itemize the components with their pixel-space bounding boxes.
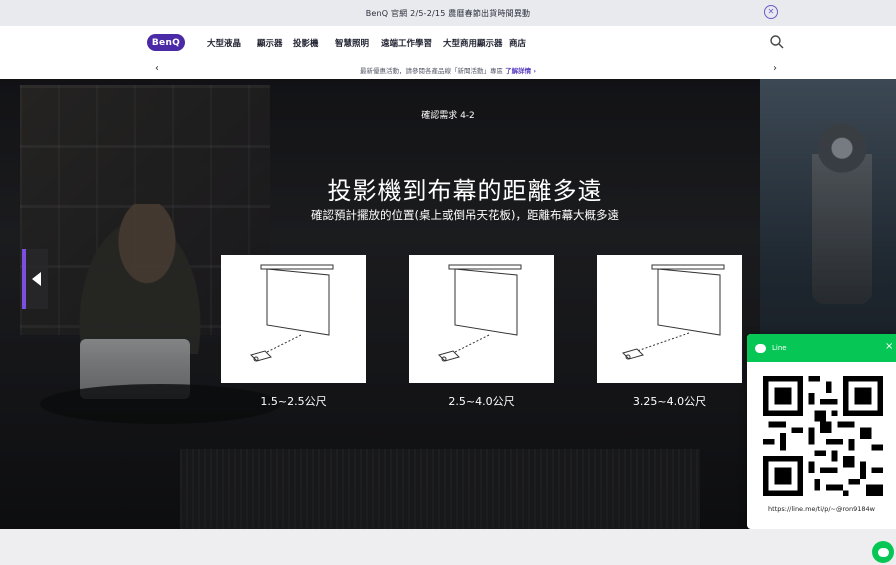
qr-code-icon[interactable] <box>763 376 883 496</box>
close-circle-icon[interactable]: ✕ <box>764 5 778 19</box>
distance-label: 3.25~4.0公尺 <box>632 395 707 408</box>
line-widget-title: Line <box>772 344 787 352</box>
promo-text: 最新優惠活動，請參閱各產品線「新聞活動」專區 了解詳情 › <box>0 65 896 75</box>
distance-option-card[interactable] <box>221 255 366 383</box>
distance-option-card[interactable] <box>409 255 554 383</box>
benq-logo[interactable]: BenQ <box>147 34 185 51</box>
main-nav: BenQ 大型液晶 顯示器 投影機 智慧照明 遠端工作學習 大型商用顯示器 商店 <box>0 26 896 60</box>
page: BenQ 官網 2/5-2/15 農曆春節出貨時間異動 ✕ BenQ 大型液晶 … <box>0 0 896 565</box>
nav-item-projector[interactable]: 投影機 <box>293 37 319 49</box>
projector-screen-illustration <box>438 264 522 362</box>
distance-option-card[interactable] <box>597 255 742 383</box>
nav-item-store[interactable]: 商店 <box>509 37 526 49</box>
hero-title: 投影機到布幕的距離多遠 <box>327 177 603 205</box>
distance-label: 2.5~4.0公尺 <box>448 395 515 408</box>
line-widget-header: Line × <box>747 334 896 362</box>
hero-subtitle: 確認預計擺放的位置(桌上或倒吊天花板)，距離布幕大概多遠 <box>311 208 619 222</box>
distance-label: 1.5~2.5公尺 <box>260 395 327 408</box>
promo-link[interactable]: 了解詳情 › <box>505 67 536 75</box>
line-chat-icon <box>877 547 889 557</box>
chevron-right-icon[interactable]: › <box>773 63 777 74</box>
line-url[interactable]: https://line.me/ti/p/~@ron9184w <box>747 505 896 513</box>
announcement-text[interactable]: BenQ 官網 2/5-2/15 農曆春節出貨時間異動 <box>366 8 531 19</box>
line-chat-button[interactable] <box>872 541 894 563</box>
nav-item-smart-lighting[interactable]: 智慧照明 <box>335 37 369 49</box>
slide-prev-button[interactable] <box>22 249 48 309</box>
projector-screen-illustration <box>250 264 334 362</box>
promo-message: 最新優惠活動，請參閱各產品線「新聞活動」專區 <box>359 67 506 75</box>
line-chat-icon <box>755 343 766 353</box>
chevron-left-icon <box>32 272 41 286</box>
nav-item-monitor[interactable]: 顯示器 <box>257 37 283 49</box>
nav-item-commercial-display[interactable]: 大型商用顯示器 <box>443 37 503 49</box>
line-widget: Line × https://line.me/ti/p/~@ron9184w <box>747 334 896 529</box>
nav-item-large-lcd[interactable]: 大型液晶 <box>207 37 241 49</box>
projector-screen-illustration <box>622 264 725 360</box>
footer-strip <box>0 529 896 565</box>
search-icon[interactable] <box>769 34 785 50</box>
step-label: 確認需求 4-2 <box>421 111 475 121</box>
announcement-bar: BenQ 官網 2/5-2/15 農曆春節出貨時間異動 ✕ <box>0 0 896 26</box>
promo-bar: ‹ 最新優惠活動，請參閱各產品線「新聞活動」專區 了解詳情 › › <box>0 60 896 79</box>
nav-item-remote-work[interactable]: 遠端工作學習 <box>381 37 432 49</box>
close-icon[interactable]: × <box>885 341 893 352</box>
